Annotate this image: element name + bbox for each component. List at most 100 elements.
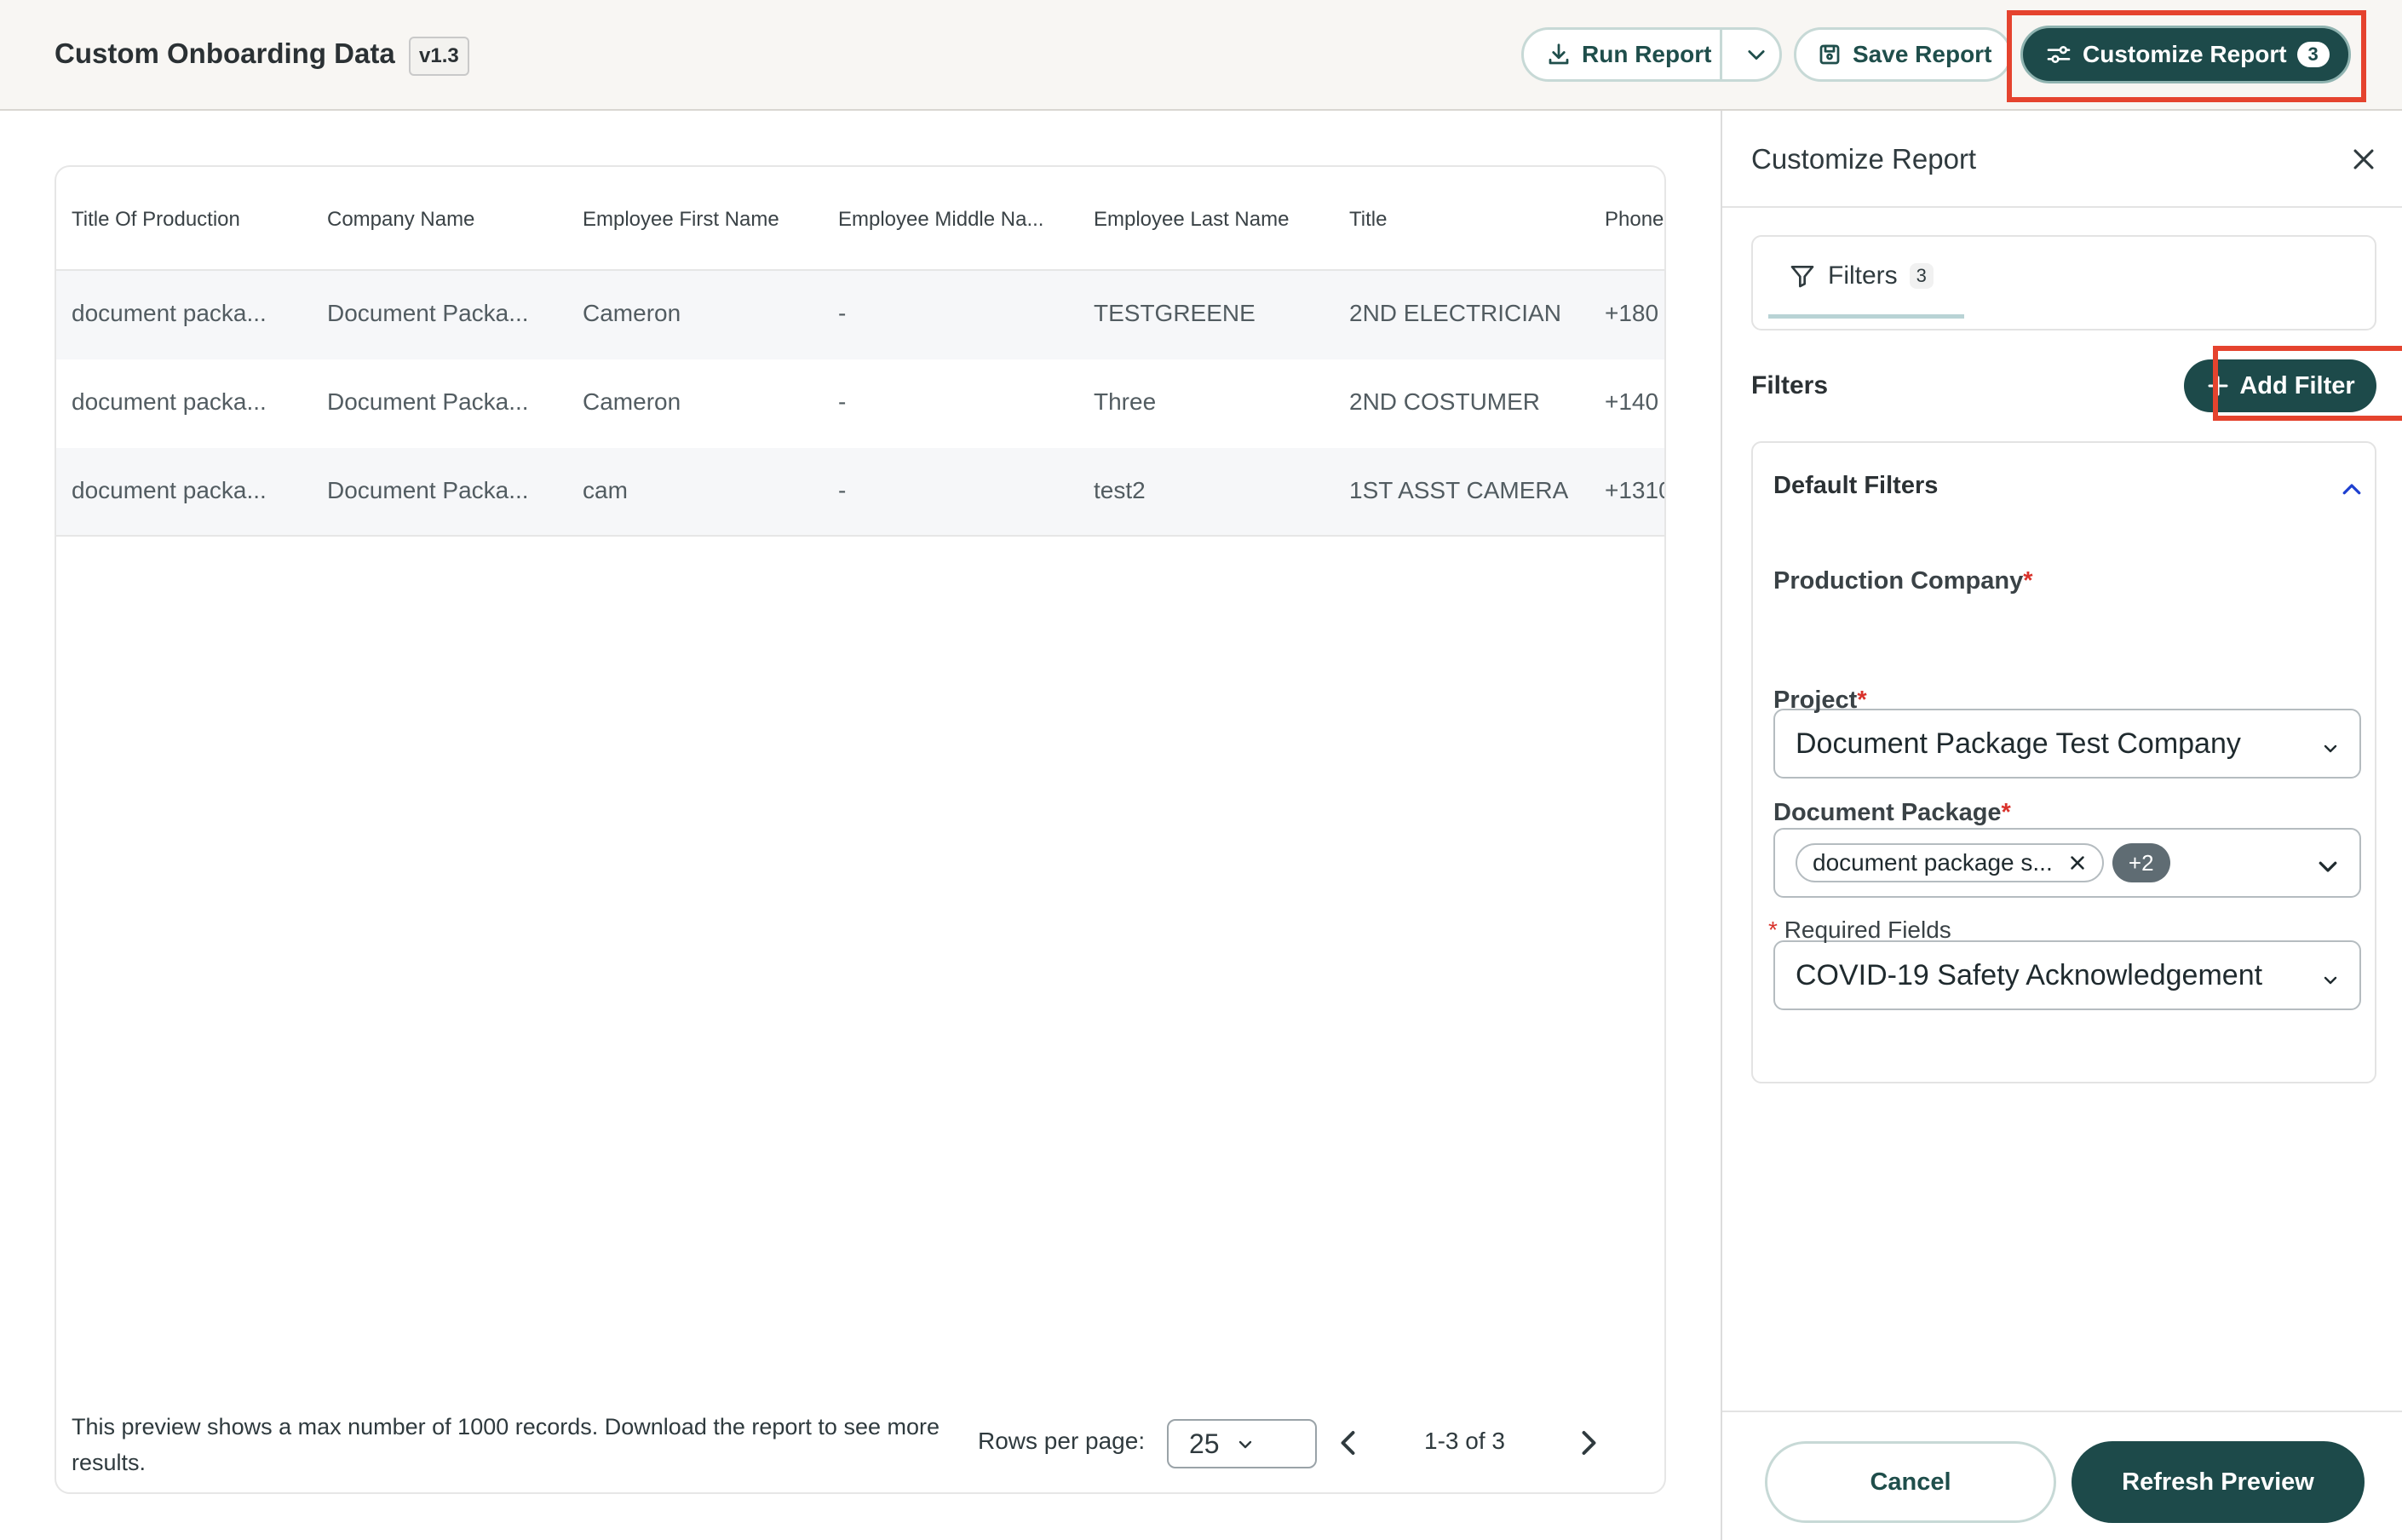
panel-title: Customize Report [1751, 143, 1977, 175]
table-header: Title Of Production Company Name Employe… [56, 167, 1664, 271]
next-page-button[interactable] [1572, 1428, 1603, 1458]
project-chip: document package s... [1796, 843, 2104, 882]
rows-per-page-select[interactable]: 25 [1167, 1419, 1317, 1468]
document-package-label-text: Document Package [1773, 799, 2002, 826]
tab-filters-label: Filters [1828, 261, 1898, 290]
plus-icon [2205, 373, 2231, 399]
chevron-down-icon [2315, 853, 2341, 879]
add-filter-label: Add Filter [2239, 371, 2355, 399]
table-cell: TESTGREENE [1094, 300, 1256, 326]
table-cell: document packa... [72, 477, 267, 503]
table-row: document packa... Document Packa... Came… [56, 359, 1664, 448]
save-icon [1817, 42, 1842, 67]
run-report-dropdown-button[interactable] [1733, 30, 1779, 79]
download-icon [1546, 42, 1572, 67]
remove-chip-icon[interactable] [2068, 853, 2087, 872]
panel-tabs: Filters 3 [1751, 235, 2376, 330]
document-package-select[interactable]: COVID-19 Safety Acknowledgement [1773, 940, 2361, 1010]
panel-divider [1722, 206, 2402, 208]
close-icon [2349, 145, 2378, 174]
project-chip-label: document package s... [1813, 849, 2053, 876]
required-asterisk: * [2001, 799, 2011, 826]
column-header[interactable]: Employee First Name [583, 208, 821, 232]
table-row: document packa... Document Packa... cam … [56, 448, 1664, 537]
tab-filters-count: 3 [1909, 262, 1934, 289]
table-cell: Cameron [583, 300, 681, 326]
customize-report-button[interactable]: Customize Report 3 [2020, 26, 2351, 83]
report-preview-table: Title Of Production Company Name Employe… [55, 165, 1666, 1494]
column-header[interactable]: Company Name [327, 208, 566, 232]
chevron-down-icon [1235, 1434, 1256, 1454]
chevron-down-icon [2320, 969, 2341, 990]
tab-filters[interactable]: Filters 3 [1768, 237, 1964, 319]
production-company-label-text: Production Company [1773, 567, 2024, 595]
production-company-label: Production Company* [1773, 567, 2033, 595]
table-cell: +140 [1605, 388, 1659, 415]
rows-per-page-label: Rows per page: [978, 1428, 1146, 1454]
collapse-section-button[interactable] [2339, 477, 2365, 503]
save-report-label: Save Report [1853, 41, 1992, 67]
table-row: document packa... Document Packa... Came… [56, 271, 1664, 359]
page-range-indicator: 1-3 of 3 [1424, 1428, 1505, 1454]
chevron-right-icon [1572, 1428, 1603, 1458]
required-fields-note: * Required Fields [1768, 917, 1951, 944]
version-badge: v1.3 [409, 37, 469, 76]
table-cell: 1ST ASST CAMERA [1349, 477, 1569, 503]
refresh-preview-button[interactable]: Refresh Preview [2072, 1441, 2365, 1523]
run-report-label: Run Report [1582, 41, 1712, 67]
run-report-button[interactable]: Run Report [1524, 30, 1723, 79]
required-asterisk: * [1857, 687, 1867, 714]
production-company-select[interactable]: Document Package Test Company [1773, 709, 2361, 779]
default-filters-section: Default Filters Production Company* Docu… [1751, 441, 2376, 1083]
table-cell: Three [1094, 388, 1157, 415]
table-cell: 2ND ELECTRICIAN [1349, 300, 1561, 326]
required-fields-text: Required Fields [1784, 917, 1951, 943]
column-header[interactable]: Title Of Production [72, 208, 310, 232]
chevron-up-icon [2339, 477, 2365, 503]
save-report-button[interactable]: Save Report [1794, 27, 2012, 82]
sliders-icon [2045, 41, 2072, 68]
customize-report-panel: Customize Report Filters 3 Filters Add F… [1721, 111, 2402, 1540]
table-cell: 2ND COSTUMER [1349, 388, 1541, 415]
required-asterisk: * [1768, 917, 1778, 943]
previous-page-button[interactable] [1334, 1428, 1365, 1458]
column-header[interactable]: Employee Middle Na... [838, 208, 1077, 232]
table-cell: +180 [1605, 300, 1659, 326]
production-company-value: Document Package Test Company [1796, 727, 2241, 760]
document-package-label: Document Package* [1773, 799, 2011, 827]
add-filter-button[interactable]: Add Filter [2184, 359, 2376, 412]
customize-report-label: Customize Report [2083, 41, 2287, 67]
chevron-down-icon [1744, 43, 1768, 66]
table-cell: Document Packa... [327, 300, 529, 326]
rows-per-page-value: 25 [1189, 1428, 1220, 1459]
run-report-button-group: Run Report [1521, 27, 1782, 82]
close-panel-button[interactable] [2349, 145, 2378, 174]
table-cell: Document Packa... [327, 388, 529, 415]
table-cell: test2 [1094, 477, 1146, 503]
column-header[interactable]: Employee Last Name [1094, 208, 1332, 232]
project-label: Project* [1773, 687, 1867, 715]
customize-count-badge: 3 [2296, 42, 2330, 67]
preview-limit-note: This preview shows a max number of 1000 … [72, 1414, 940, 1475]
table-cell: document packa... [72, 300, 267, 326]
table-cell: +1310 [1605, 477, 1666, 503]
table-cell: - [838, 477, 847, 503]
page-title: Custom Onboarding Data [55, 37, 395, 69]
project-multiselect[interactable]: document package s... +2 [1773, 828, 2361, 898]
table-cell: cam [583, 477, 628, 503]
filter-icon [1789, 262, 1816, 290]
more-projects-badge[interactable]: +2 [2112, 843, 2170, 882]
top-bar: Custom Onboarding Data v1.3 Run Report S… [0, 0, 2402, 111]
table-cell: Cameron [583, 388, 681, 415]
cancel-button[interactable]: Cancel [1765, 1441, 2056, 1523]
project-label-text: Project [1773, 687, 1858, 714]
column-header[interactable]: Phone [1605, 208, 1664, 232]
column-header[interactable]: Title [1349, 208, 1588, 232]
chevron-left-icon [1334, 1428, 1365, 1458]
table-cell: Document Packa... [327, 477, 529, 503]
table-cell: document packa... [72, 388, 267, 415]
filters-heading: Filters [1751, 371, 1829, 399]
default-filters-title: Default Filters [1773, 472, 1939, 499]
document-package-value: COVID-19 Safety Acknowledgement [1796, 958, 2263, 991]
required-asterisk: * [2023, 567, 2033, 595]
